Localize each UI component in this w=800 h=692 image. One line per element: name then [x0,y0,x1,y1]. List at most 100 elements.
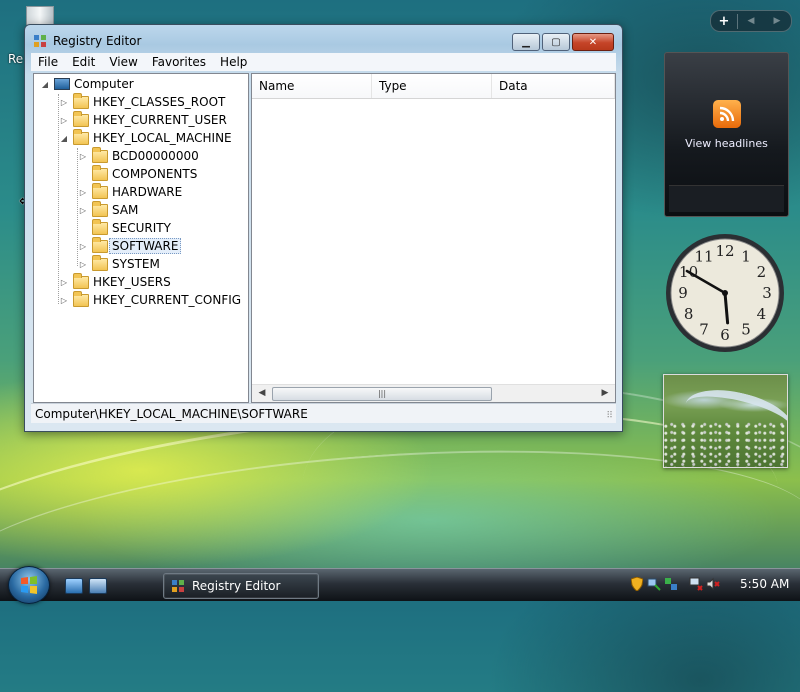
tree-node-hkey-local-machine[interactable]: ◢ HKEY_LOCAL_MACHINE [59,128,232,147]
resize-grip-icon[interactable]: ⠿ [606,412,613,421]
gadget-next-button[interactable]: ▶ [764,16,790,26]
taskbar-button-registry-editor[interactable]: Registry Editor [163,573,319,599]
minimize-button[interactable]: ▁ [512,33,540,51]
tree-label: BCD00000000 [112,149,199,163]
view-headlines-link[interactable]: View headlines [665,137,788,150]
switch-windows-icon[interactable] [89,578,107,594]
folder-icon [73,290,89,307]
clock-numeral: 7 [699,320,709,338]
expand-icon[interactable]: ▷ [59,278,69,287]
tree-label: SYSTEM [112,257,160,271]
scroll-left-icon[interactable]: ◀ [254,385,270,402]
computer-icon [54,78,70,90]
menu-help[interactable]: Help [213,55,254,69]
expand-icon[interactable]: ▷ [78,242,88,251]
maximize-button[interactable]: ▢ [542,33,570,51]
tree-node-software[interactable]: ▷ SOFTWARE [78,236,182,255]
scroll-thumb[interactable]: ||| [272,387,492,401]
column-header-data[interactable]: Data [492,74,615,98]
tree-node-computer[interactable]: ◢ Computer [40,75,134,93]
expand-icon[interactable]: ▷ [78,260,88,269]
folder-icon [92,146,108,163]
volume-muted-icon[interactable] [706,577,720,591]
registry-editor-icon [172,580,184,592]
close-button[interactable]: ✕ [572,33,614,51]
column-header-type[interactable]: Type [372,74,492,98]
menu-view[interactable]: View [102,55,144,69]
gadget-prev-button[interactable]: ◀ [738,16,764,26]
collapse-icon[interactable]: ◢ [40,80,50,89]
horizontal-scrollbar[interactable]: ◀ ||| ▶ [252,384,615,402]
registry-editor-icon [34,35,46,47]
tree-node-system[interactable]: ▷ SYSTEM [78,254,160,273]
expand-icon[interactable]: ▷ [78,152,88,161]
status-bar: Computer\HKEY_LOCAL_MACHINE\SOFTWARE ⠿ [31,403,616,423]
add-gadget-button[interactable]: + [711,13,738,29]
recycle-bin-desktop-icon[interactable] [20,2,58,28]
show-desktop-icon[interactable] [65,578,83,594]
tree-label: HKEY_CLASSES_ROOT [93,95,226,109]
clock-numeral: 3 [762,284,772,302]
clock-numeral: 8 [684,305,694,323]
windows-logo-icon [21,576,37,594]
tree-node-hardware[interactable]: ▷ HARDWARE [78,182,183,201]
collapse-icon[interactable]: ◢ [59,134,69,143]
folder-icon [73,110,89,127]
clock-numeral: 2 [757,263,767,281]
clock-numeral: 4 [757,305,767,323]
network-icon[interactable] [689,577,703,591]
tree-label: HKEY_CURRENT_CONFIG [93,293,242,307]
tree-node-hkey-classes-root[interactable]: ▷ HKEY_CLASSES_ROOT [59,92,226,111]
tree-label: HKEY_LOCAL_MACHINE [93,131,232,145]
folder-icon [92,236,108,253]
tree-label: HKEY_CURRENT_USER [93,113,227,127]
tree-node-components[interactable]: COMPONENTS [78,164,197,183]
folder-icon [73,92,89,109]
tree-node-bcd00000000[interactable]: ▷ BCD00000000 [78,146,199,165]
menu-edit[interactable]: Edit [65,55,102,69]
windows-update-icon[interactable] [664,577,678,591]
clock-numeral: 12 [715,242,734,260]
expand-icon[interactable]: ▷ [78,206,88,215]
folder-icon [92,164,108,181]
registry-tree-pane[interactable]: ◢ Computer ▷ HKEY_CLASSES_ROOT ▷ HKEY_CU… [33,73,249,403]
tree-node-hkey-users[interactable]: ▷ HKEY_USERS [59,272,171,291]
registry-values-pane[interactable]: Name Type Data ◀ ||| ▶ [251,73,616,403]
tree-label: SAM [112,203,139,217]
tree-node-sam[interactable]: ▷ SAM [78,200,139,219]
clock-numeral: 6 [720,326,730,344]
slideshow-gadget[interactable] [663,374,788,468]
tree-label: HARDWARE [112,185,183,199]
tree-label: SECURITY [112,221,171,235]
expand-icon[interactable]: ▷ [59,98,69,107]
clock-numeral: 1 [741,248,751,266]
tree-node-hkey-current-user[interactable]: ▷ HKEY_CURRENT_USER [59,110,227,129]
rss-icon [713,100,741,128]
sidebar-controls: + ◀ ▶ [710,10,792,32]
folder-icon [92,200,108,217]
title-bar[interactable]: Registry Editor ▁ ▢ ✕ [25,25,622,53]
tree-node-hkey-current-config[interactable]: ▷ HKEY_CURRENT_CONFIG [59,290,242,309]
expand-icon[interactable]: ▷ [59,116,69,125]
clock-numeral: 11 [694,248,713,266]
scroll-right-icon[interactable]: ▶ [597,385,613,402]
expand-icon[interactable]: ▷ [59,296,69,305]
feed-footer [669,185,784,212]
tree-label: HKEY_USERS [93,275,171,289]
network-status-icon[interactable] [647,577,661,591]
system-tray [630,574,723,594]
shield-icon[interactable] [630,577,644,591]
menu-favorites[interactable]: Favorites [145,55,213,69]
tree-label: Computer [74,77,134,91]
tree-node-security[interactable]: SECURITY [78,218,171,237]
clock-time[interactable]: 5:50 AM [740,577,789,591]
clock-gadget[interactable]: 12 1234567891011 [664,232,786,354]
folder-icon [92,182,108,199]
registry-editor-window[interactable]: Registry Editor ▁ ▢ ✕ File Edit View Fav… [24,24,623,432]
feed-headlines-gadget[interactable]: View headlines [664,52,789,217]
expand-icon[interactable]: ▷ [78,188,88,197]
clock-numeral: 9 [678,284,688,302]
start-button[interactable] [8,566,50,604]
menu-file[interactable]: File [31,55,65,69]
column-header-name[interactable]: Name [252,74,372,98]
